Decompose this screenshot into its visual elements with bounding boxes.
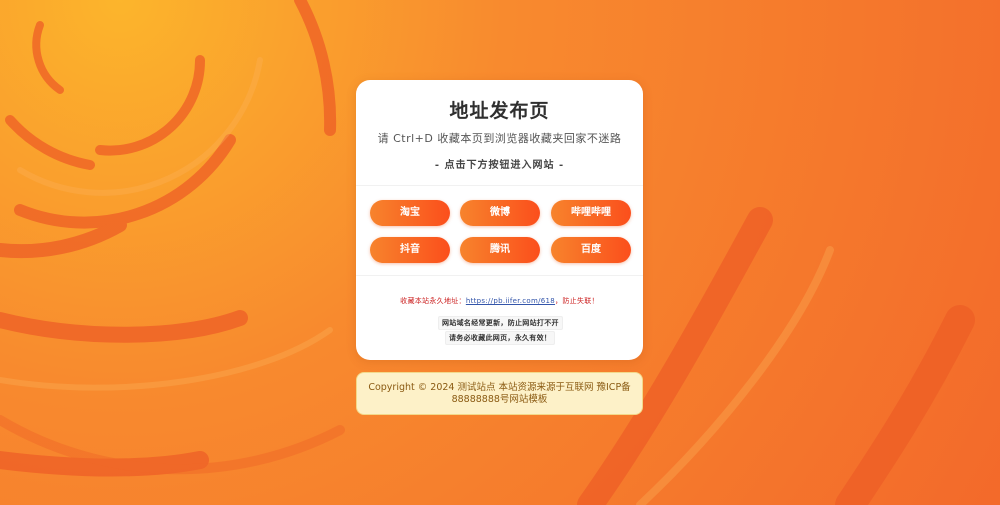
copyright-line-1: Copyright © 2024 测试站点 本站资源来源于互联网 豫ICP备 <box>368 382 631 393</box>
address-card: 地址发布页 请 Ctrl+D 收藏本页到浏览器收藏夹回家不迷路 - 点击下方按钮… <box>356 80 643 360</box>
tencent-button[interactable]: 腾讯 <box>460 237 540 263</box>
permanent-address-link[interactable]: https://pb.iifer.com/618 <box>466 297 555 305</box>
weibo-button[interactable]: 微博 <box>460 200 540 226</box>
click-hint: - 点击下方按钮进入网站 - <box>434 160 565 171</box>
bookmark-tip-tag: 请务必收藏此网页，永久有效！ <box>445 331 556 345</box>
divider <box>356 185 643 186</box>
permanent-address-notice: 收藏本站永久地址：https://pb.iifer.com/618，防止失联！ <box>356 296 643 306</box>
copyright-line-2: 88888888号网站模板 <box>451 394 548 405</box>
bookmark-instruction: 请 Ctrl+D 收藏本页到浏览器收藏夹回家不迷路 <box>377 132 622 145</box>
domain-update-tag: 网站域名经常更新，防止网站打不开 <box>438 316 563 330</box>
baidu-button[interactable]: 百度 <box>551 237 631 263</box>
bilibili-button[interactable]: 哔哩哔哩 <box>551 200 631 226</box>
notice-suffix: ，防止失联！ <box>555 297 599 305</box>
taobao-button[interactable]: 淘宝 <box>370 200 450 226</box>
notice-prefix: 收藏本站永久地址： <box>400 297 466 305</box>
divider <box>356 275 643 276</box>
page-title: 地址发布页 <box>449 100 550 122</box>
douyin-button[interactable]: 抖音 <box>370 237 450 263</box>
footer-copyright: Copyright © 2024 测试站点 本站资源来源于互联网 豫ICP备 8… <box>356 372 643 415</box>
